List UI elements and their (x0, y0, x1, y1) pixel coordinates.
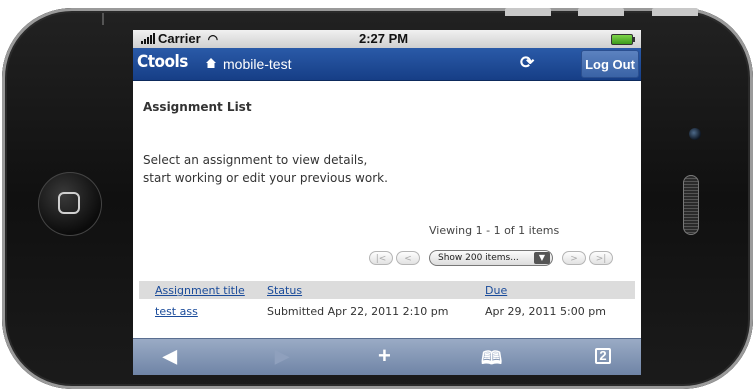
carrier-label: Carrier (158, 31, 201, 46)
pagination-summary: Viewing 1 - 1 of 1 items (429, 224, 560, 237)
first-page-button[interactable]: |< (369, 251, 393, 265)
page-size-select[interactable]: Show 200 items... ▼ (429, 250, 553, 266)
volume-button (578, 8, 624, 16)
pager-controls: |< < Show 200 items... ▼ > >| (369, 250, 613, 266)
sort-status-link[interactable]: Status (267, 284, 302, 297)
table-header-row: Assignment title Status Due (139, 281, 635, 299)
wifi-icon: ◠ (207, 31, 219, 46)
speaker-grille (683, 175, 699, 235)
next-page-button[interactable]: > (562, 251, 586, 265)
power-button (652, 8, 698, 16)
carrier-indicator: Carrier ◠ (141, 31, 218, 46)
assignment-due: Apr 29, 2011 5:00 pm (485, 305, 606, 318)
prev-page-button[interactable]: < (396, 251, 420, 265)
device-mark (102, 13, 104, 25)
site-title[interactable]: mobile-test (223, 56, 291, 72)
logout-button[interactable]: Log Out (581, 50, 639, 78)
assignment-status: Submitted Apr 22, 2011 2:10 pm (267, 305, 449, 318)
browser-toolbar: ◀ ▶ + 🕮 2 (133, 338, 641, 375)
tabs-icon[interactable]: 2 (595, 348, 611, 364)
table-row: test ass Submitted Apr 22, 2011 2:10 pm … (139, 299, 635, 318)
signal-icon (141, 33, 155, 44)
app-header: Ctools mobile-test ⟳ Log Out (133, 48, 641, 81)
home-button[interactable] (38, 172, 102, 236)
back-icon[interactable]: ◀ (163, 346, 177, 367)
assignment-table: Assignment title Status Due test ass Sub… (139, 281, 635, 318)
status-bar: Carrier ◠ 2:27 PM (133, 30, 641, 48)
dropdown-arrow-icon: ▼ (534, 252, 550, 264)
instructions-text: Select an assignment to view details, st… (143, 153, 388, 185)
volume-button (505, 8, 551, 16)
home-square-icon (58, 192, 80, 214)
camera-icon (689, 128, 701, 140)
refresh-icon[interactable]: ⟳ (520, 53, 534, 73)
bookmarks-icon[interactable]: 🕮 (481, 346, 502, 375)
add-icon[interactable]: + (378, 343, 391, 369)
last-page-button[interactable]: >| (589, 251, 613, 265)
battery-icon (611, 34, 635, 45)
sort-due-link[interactable]: Due (485, 284, 507, 297)
forward-icon[interactable]: ▶ (275, 346, 289, 367)
phone-screen: Carrier ◠ 2:27 PM Ctools mobile-test ⟳ L… (133, 30, 641, 375)
app-logo[interactable]: Ctools (137, 52, 188, 72)
sort-title-link[interactable]: Assignment title (155, 284, 245, 297)
page-title: Assignment List (143, 100, 252, 114)
home-icon[interactable] (205, 57, 217, 69)
assignment-link[interactable]: test ass (155, 305, 198, 318)
clock: 2:27 PM (359, 31, 409, 46)
page-size-value: Show 200 items... (438, 253, 519, 263)
